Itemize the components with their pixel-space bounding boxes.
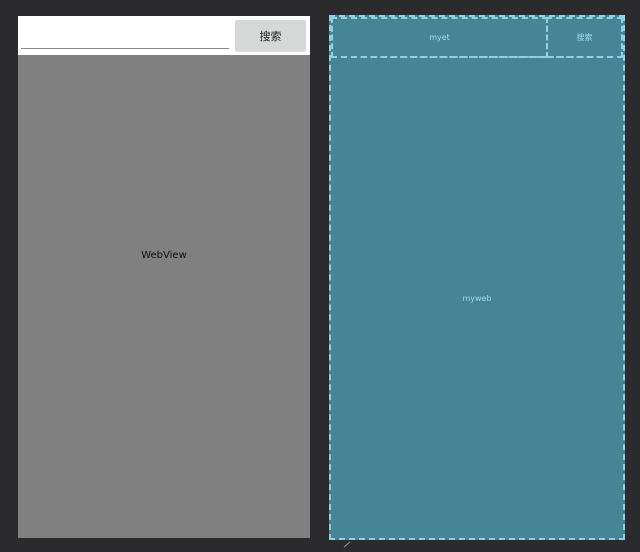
blueprint-button-label: 搜索: [576, 33, 593, 42]
blueprint-search-button[interactable]: 搜索: [546, 17, 623, 58]
blueprint-webview-id: myweb: [462, 293, 492, 303]
webview[interactable]: [18, 55, 310, 538]
layout-editor-canvas: 搜索 WebView myet 搜索 myweb: [0, 0, 640, 552]
resize-handle-icon[interactable]: [343, 541, 351, 548]
search-toolbar: 搜索: [18, 16, 310, 55]
blueprint-webview-myweb[interactable]: myweb: [331, 56, 623, 538]
blueprint-edittext-myet[interactable]: myet: [331, 17, 548, 58]
design-preview: 搜索 WebView: [18, 16, 310, 538]
search-input[interactable]: [21, 22, 229, 49]
blueprint-edittext-id: myet: [429, 33, 450, 42]
webview-label: WebView: [141, 250, 187, 261]
search-button[interactable]: 搜索: [235, 20, 306, 51]
blueprint-preview[interactable]: myet 搜索 myweb: [329, 15, 625, 540]
